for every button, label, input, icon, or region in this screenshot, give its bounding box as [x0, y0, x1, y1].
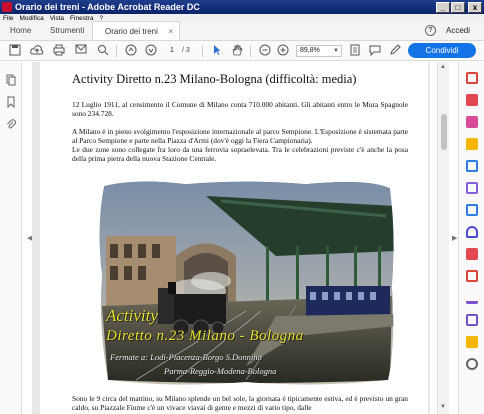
scroll-down-icon[interactable]: ▼: [440, 404, 446, 410]
figure-caption-route: Diretto n.23 Milano - Bologna: [106, 328, 304, 344]
redact-icon[interactable]: [466, 270, 478, 282]
sign-in-link[interactable]: Accedi: [446, 26, 470, 35]
paragraph: A Milano è in pieno svolgimento l'esposi…: [72, 127, 408, 146]
acrobat-app-icon: [2, 2, 12, 12]
train-station-image: Activity Diretto n.23 Milano - Bologna F…: [96, 176, 396, 388]
organize-pages-icon[interactable]: [466, 182, 478, 194]
paragraph: Sono le 9 circa del mattino, su Milano s…: [72, 394, 408, 413]
highlight-pen-icon[interactable]: [388, 44, 402, 58]
previous-page-icon[interactable]: [124, 44, 138, 58]
combine-files-icon[interactable]: [466, 160, 478, 172]
export-pdf-icon[interactable]: [466, 72, 478, 84]
upload-cloud-icon[interactable]: [30, 44, 44, 58]
zoom-select[interactable]: 89,8% ▼: [296, 45, 342, 57]
protect-icon[interactable]: [466, 226, 478, 238]
figure-caption-stops: Fermate a: Lodi-Piacenza-Borgo S.Donnino: [110, 352, 262, 362]
more-tools-icon[interactable]: [466, 336, 478, 348]
send-for-signature-icon[interactable]: [466, 314, 478, 326]
page-thumbnails-icon[interactable]: [6, 74, 16, 86]
share-button[interactable]: Condividi: [408, 43, 476, 58]
tab-document[interactable]: Orario dei treni ×: [92, 21, 180, 40]
edit-pdf-icon[interactable]: [466, 116, 478, 128]
page-number-input[interactable]: 1: [166, 45, 178, 57]
main-toolbar: 1 / 3 89,8% ▼ Condividi: [0, 41, 484, 61]
signature-pen-icon[interactable]: [466, 292, 478, 304]
collapse-right-panel-icon[interactable]: ▶: [452, 234, 457, 242]
email-icon[interactable]: [74, 44, 88, 58]
attachment-icon[interactable]: [6, 118, 17, 130]
tab-document-label: Orario dei treni: [105, 27, 158, 36]
zoom-in-icon[interactable]: [276, 44, 290, 58]
close-window-button[interactable]: x: [468, 1, 482, 13]
figure-caption-activity: Activity: [106, 306, 158, 325]
save-icon[interactable]: [8, 44, 22, 58]
fit-page-icon[interactable]: [348, 44, 362, 58]
print-icon[interactable]: [52, 44, 66, 58]
page-total: / 3: [182, 47, 190, 54]
paragraph: Le due zone sono collegate fra loro da u…: [72, 145, 408, 164]
share-label: Condividi: [425, 46, 459, 55]
pdf-page: Activity Diretto n.23 Milano-Bologna (di…: [40, 62, 428, 414]
scrollbar-thumb[interactable]: [441, 114, 447, 150]
create-pdf-icon[interactable]: [466, 94, 478, 106]
document-title: Activity Diretto n.23 Milano-Bologna (di…: [72, 72, 357, 86]
help-icon[interactable]: ?: [424, 25, 436, 36]
next-page-icon[interactable]: [144, 44, 158, 58]
figure-caption-stops-2: Parma-Reggio-Modena-Bologna: [164, 366, 277, 376]
paragraph: 12 Luglio 1911, al censimento il Comune …: [72, 100, 408, 119]
zoom-out-icon[interactable]: [258, 44, 272, 58]
tab-bar: Home Strumenti Orario dei treni × ? Acce…: [0, 21, 484, 41]
right-tools-rail: [458, 62, 484, 414]
comment-tool-icon[interactable]: [466, 138, 478, 150]
tab-home[interactable]: Home: [0, 21, 40, 40]
chevron-down-icon: ▼: [333, 48, 339, 54]
customize-tools-icon[interactable]: [466, 358, 478, 370]
bookmark-icon[interactable]: [6, 96, 16, 109]
window-title: Orario dei treni - Adobe Acrobat Reader …: [15, 2, 200, 12]
vertical-scrollbar[interactable]: ▲ ▼: [437, 62, 449, 414]
find-icon[interactable]: [96, 44, 110, 58]
maximize-button[interactable]: □: [451, 1, 465, 13]
select-cursor-icon[interactable]: [210, 44, 224, 58]
comment-icon[interactable]: [368, 44, 382, 58]
scroll-up-icon[interactable]: ▲: [440, 64, 446, 70]
close-tab-icon[interactable]: ×: [168, 22, 173, 40]
document-viewport: Activity Diretto n.23 Milano-Bologna (di…: [32, 62, 430, 414]
minimize-button[interactable]: _: [436, 1, 450, 13]
hand-tool-icon[interactable]: [230, 44, 244, 58]
compress-pdf-icon[interactable]: [466, 204, 478, 216]
title-bar: Orario dei treni - Adobe Acrobat Reader …: [0, 0, 484, 14]
tab-tools[interactable]: Strumenti: [40, 21, 92, 40]
zoom-value: 89,8%: [300, 47, 320, 54]
left-navigation-rail: [0, 62, 22, 414]
fill-sign-icon[interactable]: [466, 248, 478, 260]
